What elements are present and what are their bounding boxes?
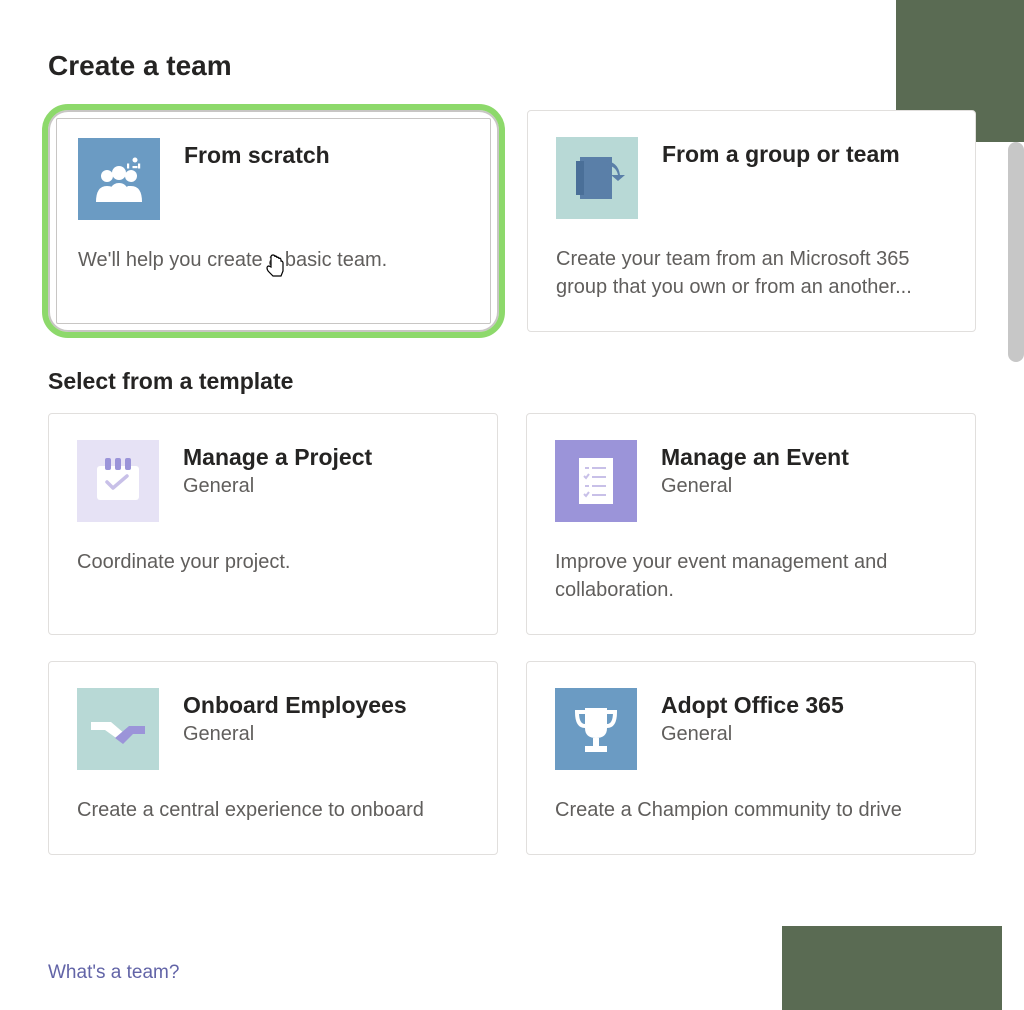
card-title: From scratch — [184, 142, 330, 169]
people-icon — [78, 138, 160, 220]
card-description: Create a Champion community to drive — [555, 796, 947, 824]
template-card-onboard-employees[interactable]: Onboard Employees General Create a centr… — [48, 661, 498, 855]
section-title: Select from a template — [48, 368, 976, 395]
card-description: Create a central experience to onboard — [77, 796, 469, 824]
option-card-from-group[interactable]: From a group or team Create your team fr… — [527, 110, 976, 332]
option-card-from-scratch[interactable]: From scratch We'll help you create a bas… — [48, 110, 499, 332]
handshake-icon — [77, 688, 159, 770]
card-subtitle: General — [661, 475, 849, 498]
decorative-block — [782, 926, 1002, 1010]
template-card-adopt-office365[interactable]: Adopt Office 365 General Create a Champi… — [526, 661, 976, 855]
card-description: Coordinate your project. — [77, 548, 469, 576]
card-subtitle: General — [661, 723, 844, 746]
card-subtitle: General — [183, 723, 407, 746]
card-subtitle: General — [183, 475, 372, 498]
calendar-icon — [77, 440, 159, 522]
card-description: We'll help you create a basic team. — [78, 246, 469, 274]
card-title: Manage a Project — [183, 444, 372, 471]
card-description: Create your team from an Microsoft 365 g… — [556, 245, 947, 301]
card-title: Adopt Office 365 — [661, 692, 844, 719]
trophy-icon — [555, 688, 637, 770]
checklist-icon — [555, 440, 637, 522]
group-icon — [556, 137, 638, 219]
template-card-manage-event[interactable]: Manage an Event General Improve your eve… — [526, 413, 976, 635]
card-title: Onboard Employees — [183, 692, 407, 719]
template-card-manage-project[interactable]: Manage a Project General Coordinate your… — [48, 413, 498, 635]
scrollbar[interactable] — [1008, 142, 1024, 362]
card-title: From a group or team — [662, 141, 900, 168]
page-title: Create a team — [48, 50, 976, 82]
whats-a-team-link[interactable]: What's a team? — [48, 962, 179, 984]
card-description: Improve your event management and collab… — [555, 548, 947, 604]
card-title: Manage an Event — [661, 444, 849, 471]
